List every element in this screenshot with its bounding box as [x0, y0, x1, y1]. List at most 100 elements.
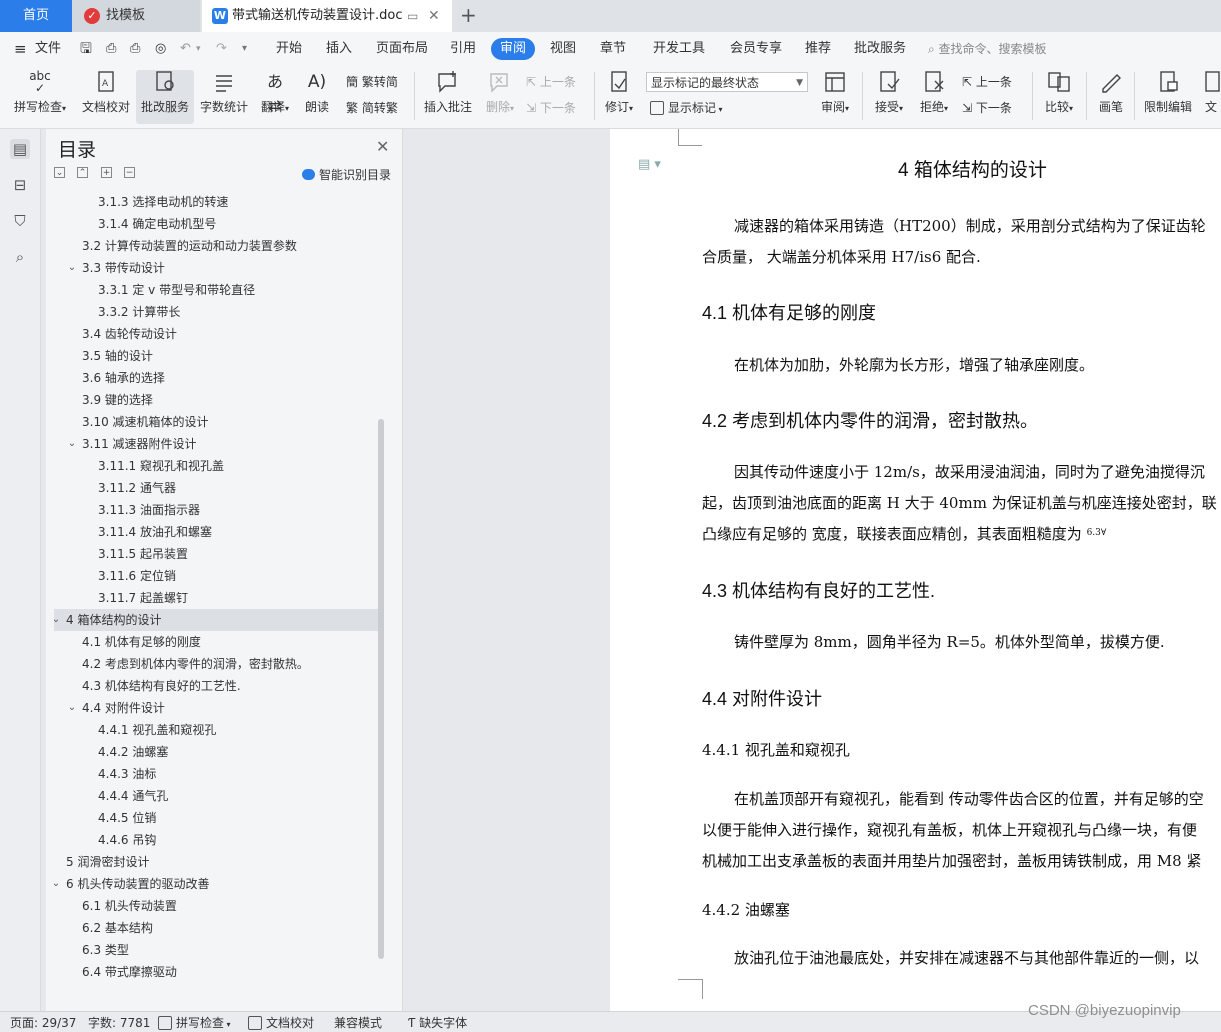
monitor-icon[interactable]: ▭ [407, 0, 418, 32]
chapter-panel-icon[interactable]: ⊟ [10, 175, 30, 195]
pen-button[interactable]: 画笔 [1094, 70, 1128, 115]
collapse-all-icon[interactable]: ⌄ [54, 167, 65, 178]
chevron-down-icon[interactable]: ⌄ [66, 697, 78, 719]
toc-item[interactable]: ⌄ 3.3 带传动设计 [54, 257, 378, 279]
delete-comment-button[interactable]: 删除▾ [480, 70, 520, 115]
menu-page-layout[interactable]: 页面布局 [376, 32, 428, 66]
toc-item[interactable]: 3.11.1 窥视孔和视孔盖 [54, 455, 378, 477]
tab-document[interactable]: W 带式输送机传动装置设计.doc ▭ ✕ [202, 0, 452, 32]
toc-item[interactable]: 3.2 计算传动装置的运动和动力装置参数 [54, 235, 378, 257]
toc-item[interactable]: 3.11.2 通气器 [54, 477, 378, 499]
menu-insert[interactable]: 插入 [326, 32, 352, 66]
review-pane-button[interactable]: 审阅▾ [816, 70, 854, 115]
menu-start[interactable]: 开始 [276, 32, 302, 66]
toc-item[interactable]: 4.4.6 吊钩 [54, 829, 378, 851]
menu-review[interactable]: 审阅 [491, 38, 536, 60]
close-icon[interactable]: ✕ [376, 137, 389, 156]
next-change-button[interactable]: ⇲ 下一条 [962, 98, 1012, 118]
toc-item[interactable]: 4.4.1 视孔盖和窥视孔 [54, 719, 378, 741]
save-icon[interactable]: 🖫 [80, 32, 92, 66]
chevron-down-icon[interactable]: ⌄ [66, 433, 78, 455]
toc-item[interactable]: 6.1 机头传动装置 [54, 895, 378, 917]
prev-comment-button[interactable]: ⇱ 上一条 [526, 72, 576, 92]
toc-item[interactable]: 3.4 齿轮传动设计 [54, 323, 378, 345]
undo-dropdown-icon[interactable]: ▾ [196, 32, 201, 66]
page-doc-icon[interactable]: ▤ ▾ [638, 157, 661, 172]
toc-item[interactable]: 3.1.3 选择电动机的转速 [54, 191, 378, 213]
menu-developer[interactable]: 开发工具 [653, 32, 705, 66]
toc-item[interactable]: ⌄ 4.4 对附件设计 [54, 697, 378, 719]
toc-item[interactable]: 4.4.3 油标 [54, 763, 378, 785]
hamburger-menu-icon[interactable]: ≡ [14, 32, 27, 66]
toc-item[interactable]: 5 润滑密封设计 [54, 851, 378, 873]
menu-correction[interactable]: 批改服务 [854, 32, 906, 66]
page-indicator[interactable]: 页面: 29/37 [10, 1014, 76, 1031]
bookmark-icon[interactable]: ⛉ [10, 211, 30, 231]
new-tab-plus-icon[interactable]: + [460, 3, 477, 27]
read-aloud-button[interactable]: A) 朗读 [300, 70, 334, 115]
redo-icon[interactable]: ↷ [216, 32, 227, 66]
status-spell-check[interactable]: 拼写检查 ▾ [158, 1014, 231, 1031]
toc-item[interactable]: 3.3.1 定 v 带型号和带轮直径 [54, 279, 378, 301]
toc-item[interactable]: 3.11.6 定位销 [54, 565, 378, 587]
chevron-down-icon[interactable]: ⌄ [66, 257, 78, 279]
translate-button[interactable]: あ⇄ 翻译▾ [255, 70, 295, 115]
toc-item[interactable]: 4.4.4 通气孔 [54, 785, 378, 807]
simp-to-trad-button[interactable]: 繁 简转繁 [346, 98, 398, 118]
toc-item[interactable]: 3.9 键的选择 [54, 389, 378, 411]
toc-item[interactable]: 6.2 基本结构 [54, 917, 378, 939]
trad-to-simp-button[interactable]: 簡 繁转简 [346, 72, 398, 92]
reject-button[interactable]: 拒绝▾ [915, 70, 953, 115]
toc-item[interactable]: ⌄ 4 箱体结构的设计 [54, 609, 378, 631]
status-missing-font[interactable]: Ƭ 缺失字体 [408, 1014, 467, 1031]
menu-view[interactable]: 视图 [550, 32, 576, 66]
toc-item[interactable]: 3.10 减速机箱体的设计 [54, 411, 378, 433]
add-heading-icon[interactable]: + [101, 167, 112, 178]
show-markup-button[interactable]: 显示标记 ▾ [650, 98, 723, 118]
toc-item[interactable]: 4.2 考虑到机体内零件的润滑，密封散热。 [54, 653, 378, 675]
insert-comment-button[interactable]: 插入批注 [422, 70, 474, 115]
prev-change-button[interactable]: ⇱ 上一条 [962, 72, 1012, 92]
remove-heading-icon[interactable]: − [124, 167, 135, 178]
menu-recommend[interactable]: 推荐 [805, 32, 831, 66]
doc-rights-button[interactable]: 文 [1200, 70, 1221, 115]
command-search[interactable]: ⌕ 查找命令、搜索模板 [928, 32, 1047, 66]
search-icon[interactable]: ⌕ [10, 247, 30, 267]
toc-item[interactable]: 3.5 轴的设计 [54, 345, 378, 367]
toc-item[interactable]: 3.3.2 计算带长 [54, 301, 378, 323]
print-preview-icon[interactable]: ◎ [155, 32, 166, 66]
toc-item[interactable]: 3.11.4 放油孔和螺塞 [54, 521, 378, 543]
word-count-button[interactable]: 字数统计 [198, 70, 250, 115]
tab-home[interactable]: 首页 [0, 0, 72, 32]
toc-item[interactable]: 3.11.3 油面指示器 [54, 499, 378, 521]
toc-item[interactable]: 3.11.5 起吊装置 [54, 543, 378, 565]
toc-item[interactable]: ⌄ 3.11 减速器附件设计 [54, 433, 378, 455]
restrict-edit-button[interactable]: 限制编辑 [1140, 70, 1196, 115]
menu-member[interactable]: 会员专享 [730, 32, 782, 66]
markup-state-select[interactable]: 显示标记的最终状态 ▼ [646, 72, 808, 92]
next-comment-button[interactable]: ⇲ 下一条 [526, 98, 576, 118]
tab-find-template[interactable]: ✓ 找模板 [72, 0, 200, 32]
document-page[interactable]: ▤ ▾ 4 箱体结构的设计 减速器的箱体采用铸造（HT200）制成，采用剖分式结… [610, 129, 1221, 1011]
menu-chapter[interactable]: 章节 [600, 32, 626, 66]
smart-toc-button[interactable]: 智能识别目录 [302, 166, 391, 183]
close-tab-icon[interactable]: ✕ [428, 0, 440, 32]
accept-button[interactable]: 接受▾ [870, 70, 908, 115]
toc-item[interactable]: 3.6 轴承的选择 [54, 367, 378, 389]
chevron-down-icon[interactable]: ⌄ [54, 609, 62, 631]
doc-check-button[interactable]: A 文档校对 [78, 70, 134, 115]
menu-file[interactable]: 文件 [35, 32, 61, 66]
track-changes-button[interactable]: 修订▾ [600, 70, 638, 115]
chevron-down-icon[interactable]: ⌄ [54, 873, 62, 895]
compat-mode-indicator[interactable]: 兼容模式 [334, 1014, 382, 1031]
toc-panel-icon[interactable]: ▤ [10, 139, 30, 159]
print-icon[interactable]: ⎙ [130, 32, 140, 66]
quick-access-dropdown-icon[interactable]: ▾ [242, 32, 247, 66]
toc-item[interactable]: 3.11.7 起盖螺钉 [54, 587, 378, 609]
expand-up-icon[interactable]: ⌃ [77, 167, 88, 178]
toc-item[interactable]: 4.4.5 位销 [54, 807, 378, 829]
compare-button[interactable]: 比较▾ [1040, 70, 1078, 115]
toc-item[interactable]: 6.4 带式摩擦驱动 [54, 961, 378, 983]
status-doc-proof[interactable]: 文档校对 [248, 1014, 314, 1031]
export-pdf-icon[interactable]: ⎙ [106, 32, 116, 66]
